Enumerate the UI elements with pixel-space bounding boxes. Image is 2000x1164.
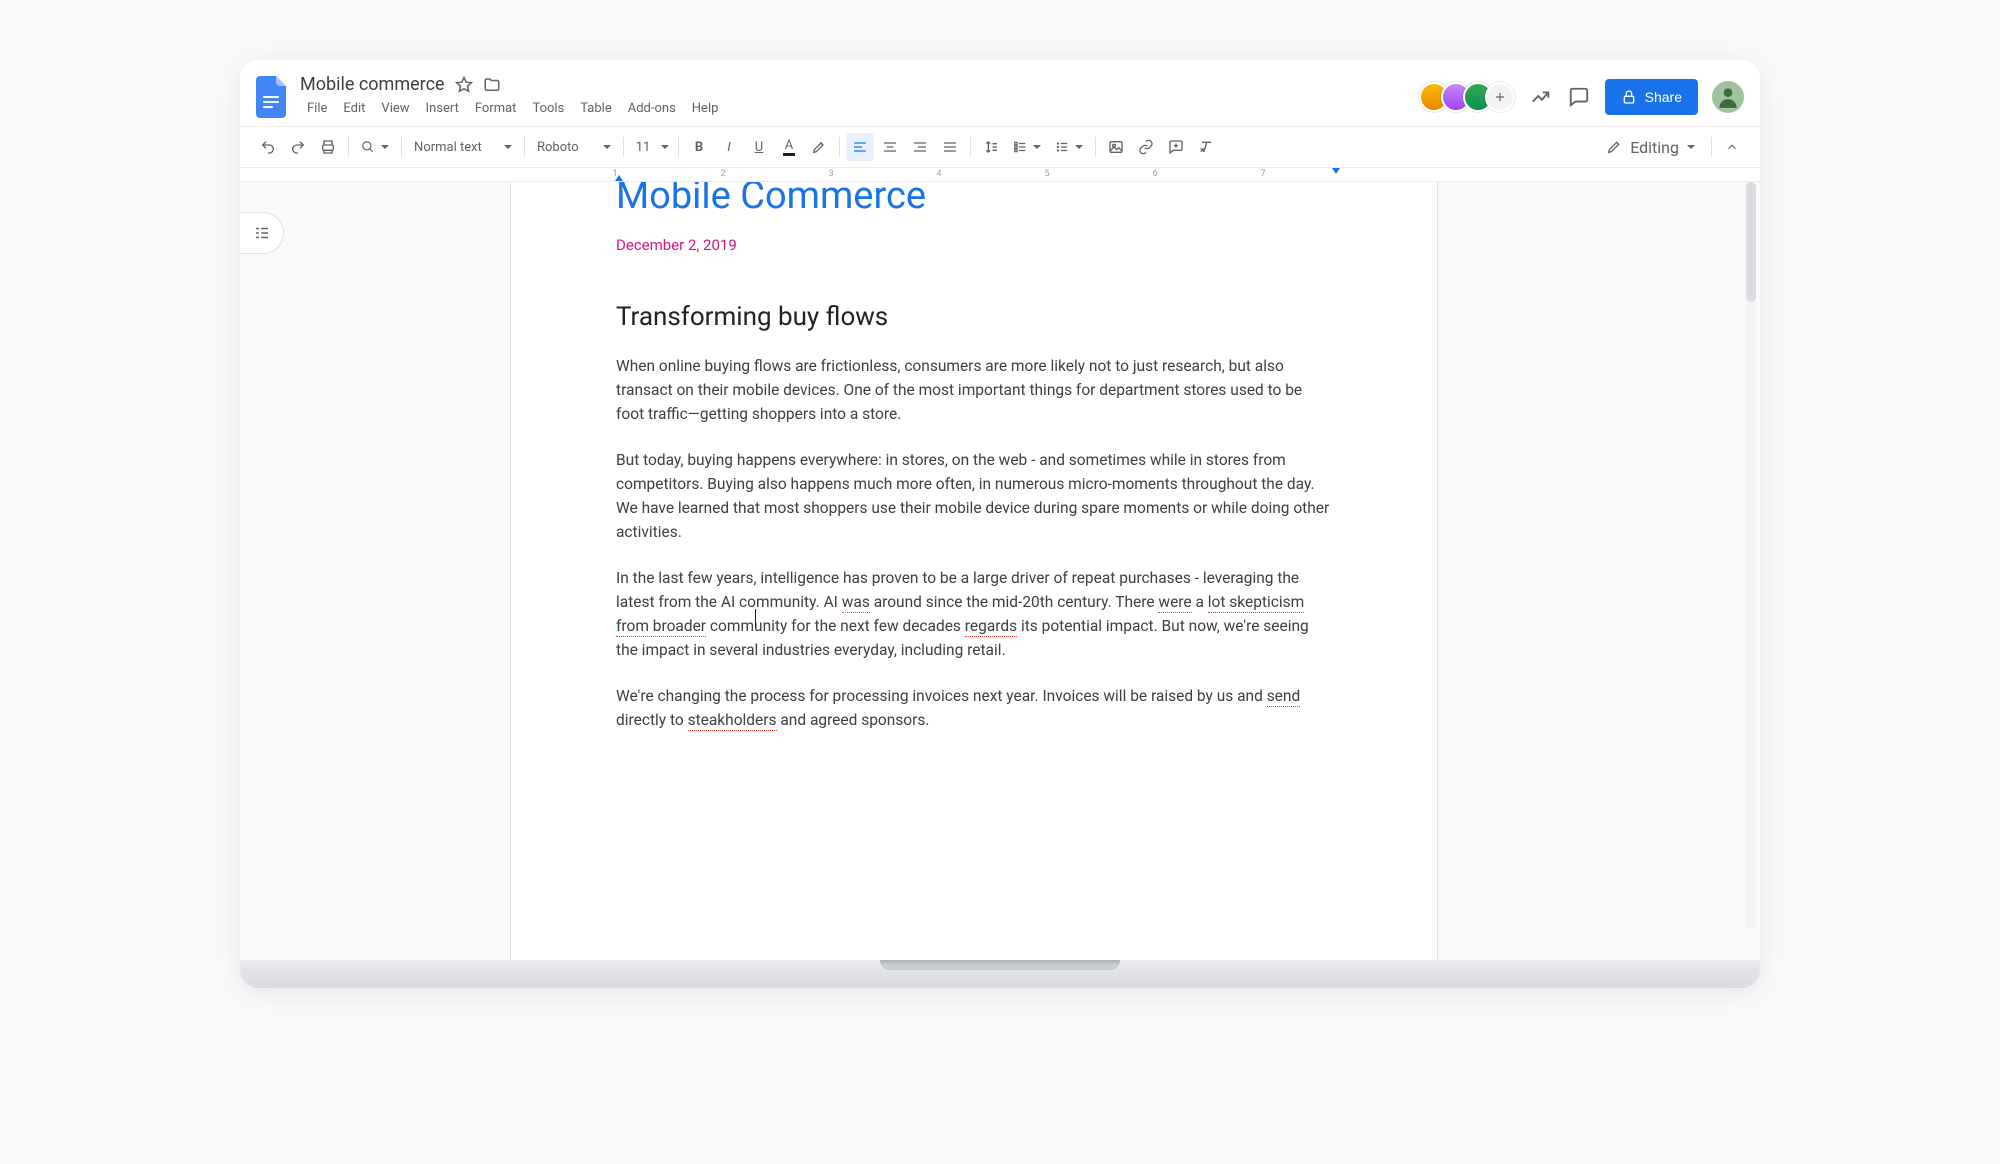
suggestion-lot-skepticism[interactable]: lot skepticism (1208, 593, 1304, 613)
screen: Mobile commerce File Edit View Insert Fo… (240, 60, 1760, 960)
ruler-tick: 6 (1152, 169, 1157, 179)
toolbar: Normal text Roboto 11 B I U A (240, 126, 1760, 168)
docs-logo[interactable] (252, 71, 292, 123)
redo-button[interactable] (284, 133, 312, 161)
align-right-button[interactable] (906, 133, 934, 161)
doc-heading: Transforming buy flows (616, 302, 1332, 332)
text-color-button[interactable]: A (775, 133, 803, 161)
share-label: Share (1645, 89, 1682, 105)
document-page[interactable]: Mobile Commerce December 2, 2019 Transfo… (510, 182, 1438, 960)
collaborator-avatars[interactable] (1419, 82, 1515, 112)
menu-insert[interactable]: Insert (419, 97, 466, 120)
doc-paragraph-3: In the last few years, intelligence has … (616, 566, 1332, 662)
doc-date: December 2, 2019 (616, 236, 1332, 254)
suggestion-regards[interactable]: regards (965, 617, 1017, 637)
ruler-right-indent[interactable] (1332, 168, 1340, 174)
editing-mode-select[interactable]: Editing (1596, 133, 1705, 161)
font-size-select[interactable]: 11 (630, 133, 672, 161)
paragraph-style-select[interactable]: Normal text (408, 133, 518, 161)
doc-title-text: Mobile Commerce (616, 182, 1332, 218)
account-avatar[interactable] (1712, 81, 1744, 113)
paragraph-style-label: Normal text (414, 140, 482, 155)
avatar-more[interactable] (1485, 82, 1515, 112)
menu-table[interactable]: Table (573, 97, 618, 120)
insert-comment-button[interactable] (1162, 133, 1190, 161)
suggestion-was[interactable]: was (842, 593, 870, 613)
highlight-button[interactable] (805, 133, 833, 161)
suggestion-send[interactable]: send (1267, 687, 1301, 707)
pencil-icon (1606, 139, 1622, 155)
laptop-frame: Mobile commerce File Edit View Insert Fo… (240, 60, 1760, 988)
document-outline-toggle[interactable] (240, 212, 284, 254)
bulleted-list-button[interactable] (1049, 133, 1089, 161)
menu-help[interactable]: Help (685, 97, 726, 120)
align-center-button[interactable] (876, 133, 904, 161)
ruler-tick: 7 (1260, 169, 1265, 179)
font-label: Roboto (537, 140, 597, 155)
ruler-tick: 5 (1044, 169, 1049, 179)
menu-view[interactable]: View (374, 97, 416, 120)
menu-tools[interactable]: Tools (525, 97, 571, 120)
underline-button[interactable]: U (745, 133, 773, 161)
menu-format[interactable]: Format (468, 97, 524, 120)
editing-mode-label: Editing (1630, 138, 1679, 157)
align-justify-button[interactable] (936, 133, 964, 161)
document-title[interactable]: Mobile commerce (300, 74, 445, 95)
font-select[interactable]: Roboto (531, 133, 617, 161)
align-left-button[interactable] (846, 133, 874, 161)
suggestion-steakholders[interactable]: steakholders (688, 711, 777, 731)
workspace: Mobile Commerce December 2, 2019 Transfo… (240, 182, 1760, 960)
print-button[interactable] (314, 133, 342, 161)
ruler-tick: 3 (828, 169, 833, 179)
checklist-button[interactable] (1007, 133, 1047, 161)
suggestion-from-broader[interactable]: from broader (616, 617, 706, 637)
ruler-tick: 2 (720, 169, 725, 179)
ruler[interactable]: 1 2 3 4 5 6 7 (240, 168, 1760, 182)
doc-paragraph-2: But today, buying happens everywhere: in… (616, 448, 1332, 544)
suggestion-were[interactable]: were (1158, 593, 1191, 613)
activity-icon[interactable] (1529, 85, 1553, 109)
clear-formatting-button[interactable] (1192, 133, 1220, 161)
move-icon[interactable] (483, 76, 501, 94)
star-icon[interactable] (455, 76, 473, 94)
comment-history-icon[interactable] (1567, 85, 1591, 109)
ruler-tick: 1 (612, 169, 617, 179)
insert-image-button[interactable] (1102, 133, 1130, 161)
bold-button[interactable]: B (685, 133, 713, 161)
share-button[interactable]: Share (1605, 79, 1698, 115)
menu-bar: File Edit View Insert Format Tools Table… (300, 97, 725, 120)
menu-addons[interactable]: Add-ons (621, 97, 683, 120)
menu-edit[interactable]: Edit (336, 97, 372, 120)
font-size-value: 11 (630, 133, 656, 161)
zoom-select[interactable] (355, 133, 395, 161)
vertical-scrollbar[interactable] (1746, 182, 1756, 929)
insert-link-button[interactable] (1132, 133, 1160, 161)
laptop-base (240, 960, 1760, 988)
line-spacing-button[interactable] (977, 133, 1005, 161)
lock-icon (1621, 89, 1637, 105)
docs-icon (256, 76, 288, 118)
undo-button[interactable] (254, 133, 282, 161)
ruler-tick: 4 (936, 169, 941, 179)
doc-paragraph-1: When online buying flows are frictionles… (616, 354, 1332, 426)
menu-file[interactable]: File (300, 97, 334, 120)
app-header: Mobile commerce File Edit View Insert Fo… (240, 60, 1760, 126)
doc-paragraph-4: We're changing the process for processin… (616, 684, 1332, 732)
italic-button[interactable]: I (715, 133, 743, 161)
collapse-toolbar-button[interactable] (1718, 133, 1746, 161)
